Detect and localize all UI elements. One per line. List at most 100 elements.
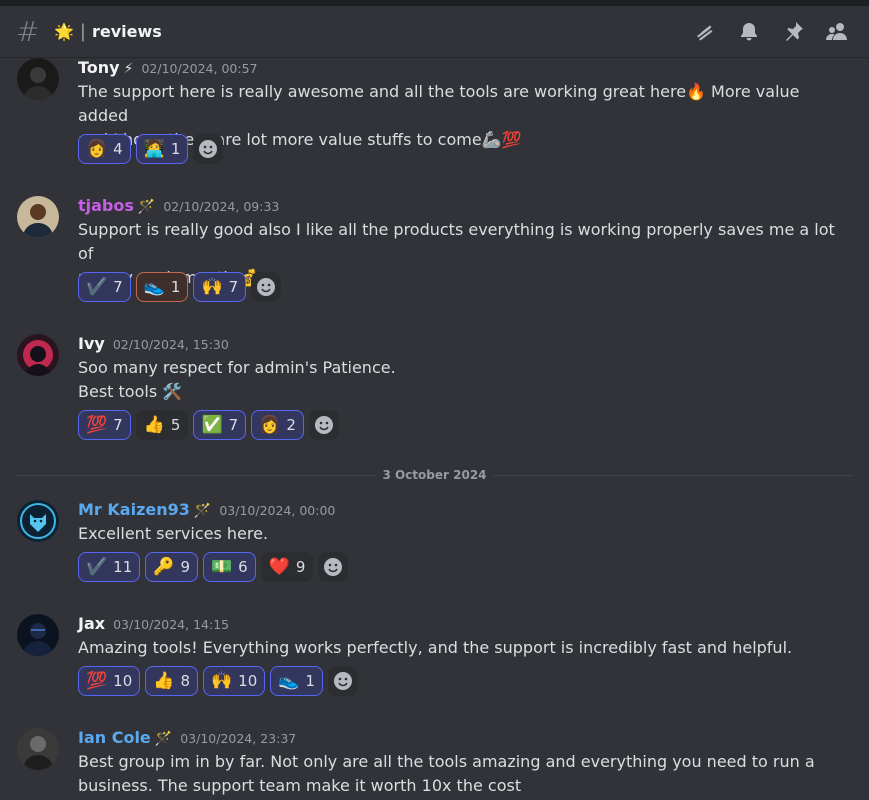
username[interactable]: tjabos xyxy=(78,196,134,215)
avatar[interactable] xyxy=(17,728,59,770)
reaction[interactable]: 🔑 9 xyxy=(145,552,198,582)
reaction-emoji: 🙌 xyxy=(201,277,223,297)
channel-name: reviews xyxy=(92,22,162,41)
avatar[interactable] xyxy=(17,614,59,656)
reaction-count: 5 xyxy=(170,416,181,434)
smiley-icon xyxy=(324,558,343,576)
user-badge: 🪄 xyxy=(193,503,212,519)
message-header: Ian Cole 🪄 03/10/2024, 23:37 xyxy=(78,728,296,747)
reaction-count: 8 xyxy=(180,672,190,690)
reaction[interactable]: ✅ 7 xyxy=(193,410,247,440)
add-reaction-button[interactable] xyxy=(327,666,358,696)
username[interactable]: Ian Cole xyxy=(78,728,151,747)
message-header: Jax 03/10/2024, 14:15 xyxy=(78,614,229,633)
username[interactable]: Ivy xyxy=(78,334,105,353)
reaction-emoji: 👩 xyxy=(86,139,108,159)
avatar[interactable] xyxy=(17,58,59,100)
reaction-count: 4 xyxy=(113,140,123,158)
message-line: business. The support team make it worth… xyxy=(78,776,522,795)
reaction-count: 1 xyxy=(305,672,315,690)
reaction-emoji: 🔑 xyxy=(153,557,175,577)
username[interactable]: Jax xyxy=(78,614,105,633)
reaction[interactable]: 👟 1 xyxy=(135,272,189,302)
reaction[interactable]: 🧑‍💻 1 xyxy=(135,134,189,164)
threads-icon[interactable] xyxy=(693,20,717,44)
add-reaction-button[interactable] xyxy=(193,134,224,164)
timestamp: 03/10/2024, 14:15 xyxy=(113,617,230,632)
reaction[interactable]: 💵 6 xyxy=(202,552,256,582)
smiley-icon xyxy=(257,278,276,296)
reaction-count: 7 xyxy=(228,416,239,434)
reaction-emoji: ❤️ xyxy=(268,557,290,577)
pin-icon[interactable] xyxy=(781,20,805,44)
reaction-emoji: 👍 xyxy=(143,415,165,435)
smiley-icon xyxy=(314,416,333,434)
message-content: Excellent services here. xyxy=(78,522,838,546)
reaction[interactable]: 👍 8 xyxy=(145,666,198,696)
timestamp: 02/10/2024, 09:33 xyxy=(163,199,280,214)
reaction[interactable]: 💯 10 xyxy=(78,666,141,696)
reaction-count: 6 xyxy=(238,558,248,576)
timestamp: 03/10/2024, 00:00 xyxy=(219,503,336,518)
user-badge: 🪄 xyxy=(154,731,173,747)
user-badge: ⚡ xyxy=(123,61,134,77)
message-header: Ivy 02/10/2024, 15:30 xyxy=(78,334,229,353)
reaction[interactable]: 🙌 7 xyxy=(193,272,247,302)
message-line: Excellent services here. xyxy=(78,524,269,543)
reaction-count: 1 xyxy=(170,278,181,296)
date-divider: 3 October 2024 xyxy=(0,468,869,482)
smiley-icon xyxy=(199,140,218,158)
reaction[interactable]: ❤️ 9 xyxy=(260,552,314,582)
date-divider-label: 3 October 2024 xyxy=(376,468,493,482)
reaction-count: 10 xyxy=(238,672,258,690)
reaction-emoji: 👩 xyxy=(259,415,281,435)
message-header: tjabos 🪄 02/10/2024, 09:33 xyxy=(78,196,279,215)
bell-icon[interactable] xyxy=(737,20,761,44)
reaction-emoji: 💯 xyxy=(86,671,108,691)
avatar[interactable] xyxy=(17,196,59,238)
message-line: The support here is really awesome and a… xyxy=(78,82,800,125)
reaction[interactable]: 💯 7 xyxy=(78,410,131,440)
add-reaction-button[interactable] xyxy=(251,272,282,302)
add-reaction-button[interactable] xyxy=(318,552,349,582)
user-badge: 🪄 xyxy=(137,199,156,215)
reaction-emoji: 🙌 xyxy=(210,671,233,691)
message-header: Tony ⚡ 02/10/2024, 00:57 xyxy=(78,58,257,77)
username[interactable]: Tony xyxy=(78,58,120,77)
add-reaction-button[interactable] xyxy=(308,410,339,440)
reaction-count: 10 xyxy=(113,672,133,690)
reaction[interactable]: ✔️ 7 xyxy=(78,272,131,302)
reaction-emoji: 👟 xyxy=(278,671,300,691)
timestamp: 02/10/2024, 15:30 xyxy=(112,337,229,352)
reaction[interactable]: 🙌 10 xyxy=(202,666,266,696)
message-line: Best tools 🛠️ xyxy=(78,382,183,401)
reaction[interactable]: ✔️ 11 xyxy=(78,552,141,582)
members-icon[interactable] xyxy=(825,20,849,44)
reaction-bar: ✔️ 11 🔑 9 💵 6 ❤️ 9 xyxy=(78,552,349,582)
reaction-emoji: ✔️ xyxy=(86,277,108,297)
reaction-emoji: ✔️ xyxy=(86,557,108,577)
message-content: Amazing tools! Everything works perfectl… xyxy=(78,636,838,660)
username[interactable]: Mr Kaizen93 xyxy=(78,500,190,519)
reaction-bar: 👩 4 🧑‍💻 1 xyxy=(78,134,224,164)
reaction-count: 9 xyxy=(295,558,306,576)
channel-header: # 🌟 | reviews xyxy=(0,6,869,58)
reaction[interactable]: 👍 5 xyxy=(135,410,189,440)
message-content: Soo many respect for admin's Patience. B… xyxy=(78,356,838,404)
reaction[interactable]: 👩 2 xyxy=(251,410,304,440)
avatar[interactable] xyxy=(17,500,59,542)
message-line: Amazing tools! Everything works perfectl… xyxy=(78,638,793,657)
channel-emoji: 🌟 xyxy=(54,22,74,41)
reaction-emoji: 🧑‍💻 xyxy=(143,139,165,159)
reaction-bar: ✔️ 7 👟 1 🙌 7 xyxy=(78,272,282,302)
timestamp: 03/10/2024, 23:37 xyxy=(180,731,297,746)
reaction-count: 7 xyxy=(228,278,239,296)
timestamp: 02/10/2024, 00:57 xyxy=(141,61,258,76)
reaction-bar: 💯 10 👍 8 🙌 10 👟 1 xyxy=(78,666,358,696)
message-line: Soo many respect for admin's Patience. xyxy=(78,358,396,377)
reaction[interactable]: 👟 1 xyxy=(270,666,323,696)
reaction-count: 7 xyxy=(113,416,123,434)
avatar[interactable] xyxy=(17,334,59,376)
reaction[interactable]: 👩 4 xyxy=(78,134,131,164)
message-header: Mr Kaizen93 🪄 03/10/2024, 00:00 xyxy=(78,500,335,519)
